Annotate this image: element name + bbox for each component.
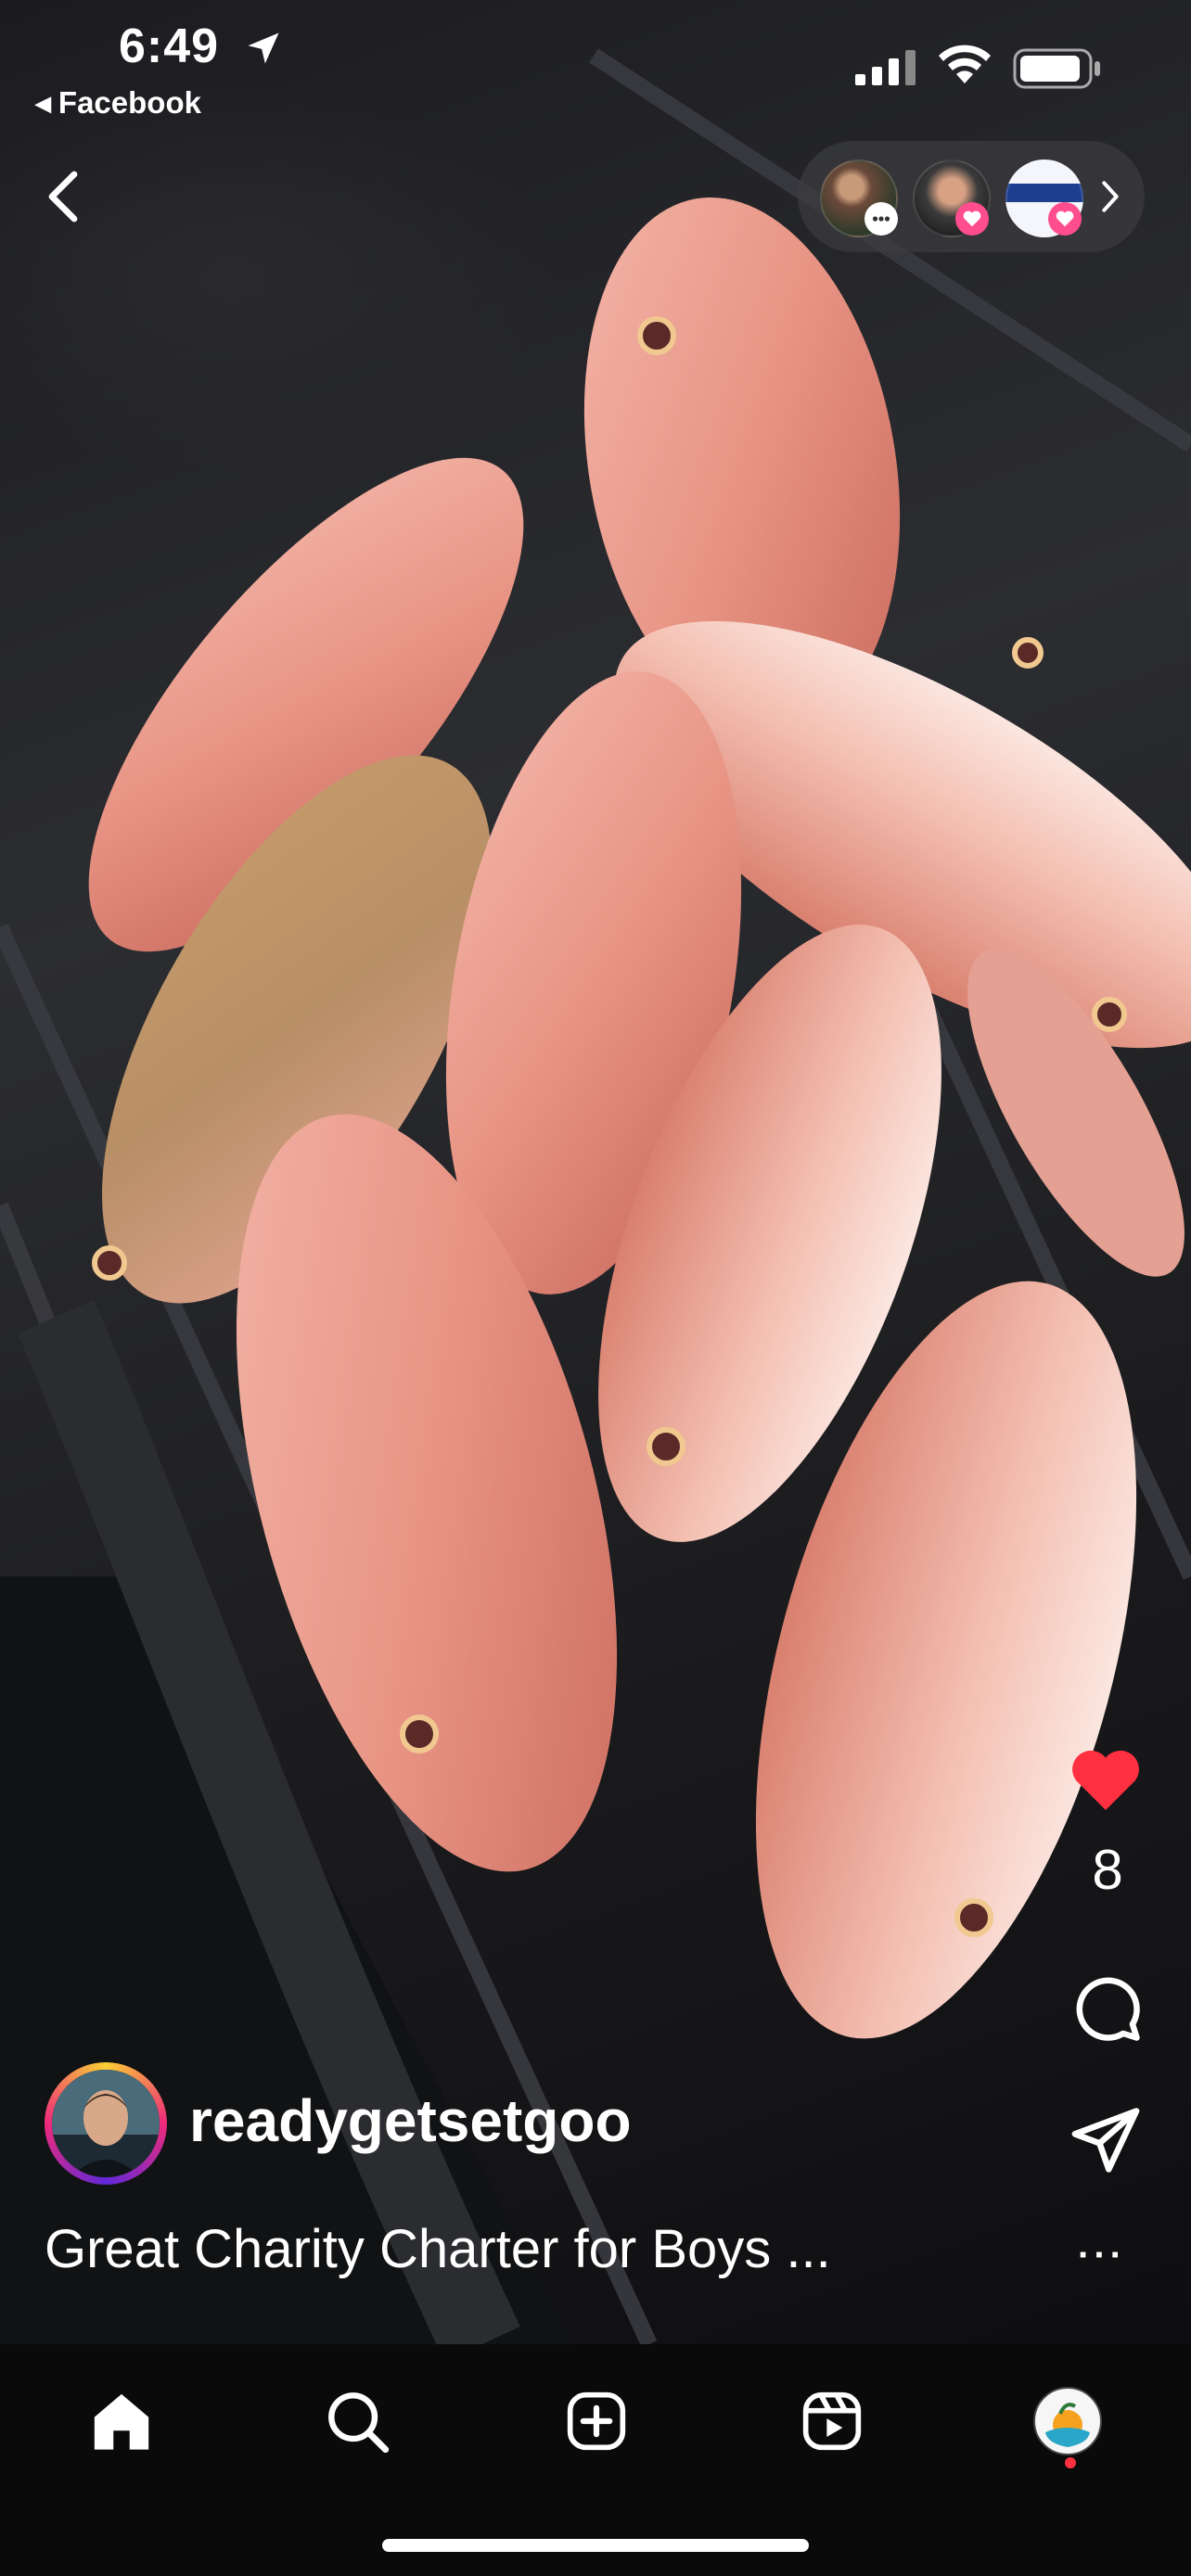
author-avatar[interactable] bbox=[45, 2062, 167, 2185]
back-app-label: Facebook bbox=[58, 85, 201, 120]
author-username[interactable]: readygetsetgoo bbox=[189, 2086, 632, 2155]
avatar bbox=[52, 2070, 160, 2177]
reels-icon bbox=[802, 2391, 862, 2451]
chat-bubble-icon bbox=[864, 202, 898, 236]
tab-home[interactable] bbox=[70, 2370, 173, 2472]
plus-square-icon bbox=[567, 2391, 626, 2451]
back-to-app-link[interactable]: ◀ Facebook bbox=[35, 85, 201, 121]
profile-avatar bbox=[1033, 2387, 1102, 2455]
heart-icon[interactable] bbox=[1069, 1743, 1143, 1812]
post-caption[interactable]: Great Charity Charter for Boys ... bbox=[45, 2218, 831, 2280]
story-tray[interactable] bbox=[798, 141, 1145, 252]
back-triangle-icon: ◀ bbox=[35, 92, 51, 115]
heart-icon bbox=[1048, 202, 1082, 236]
tab-search[interactable] bbox=[306, 2370, 408, 2472]
tab-create[interactable] bbox=[545, 2370, 647, 2472]
home-indicator[interactable] bbox=[382, 2539, 809, 2552]
status-time: 6:49 bbox=[119, 19, 220, 73]
comment-icon[interactable] bbox=[1070, 1971, 1143, 2044]
chevron-right-icon[interactable] bbox=[1096, 178, 1124, 215]
location-arrow-icon bbox=[248, 32, 279, 64]
chevron-left-icon[interactable] bbox=[41, 169, 89, 224]
tab-reels[interactable] bbox=[781, 2370, 883, 2472]
bottom-tab-bar bbox=[0, 2344, 1191, 2576]
post-media-photo[interactable] bbox=[0, 0, 1191, 2344]
home-icon bbox=[94, 2393, 149, 2450]
fish-photo bbox=[0, 48, 1191, 2344]
battery-icon bbox=[1013, 48, 1100, 89]
heart-icon bbox=[955, 202, 989, 236]
paper-plane-icon[interactable] bbox=[1069, 2105, 1143, 2175]
more-horizontal-icon[interactable]: ··· bbox=[1078, 2235, 1126, 2276]
cellular-signal-icon bbox=[855, 50, 916, 85]
like-count[interactable]: 8 bbox=[1085, 1838, 1130, 1902]
notification-dot bbox=[1065, 2457, 1076, 2468]
wifi-icon bbox=[939, 45, 991, 83]
search-icon bbox=[328, 2392, 390, 2454]
